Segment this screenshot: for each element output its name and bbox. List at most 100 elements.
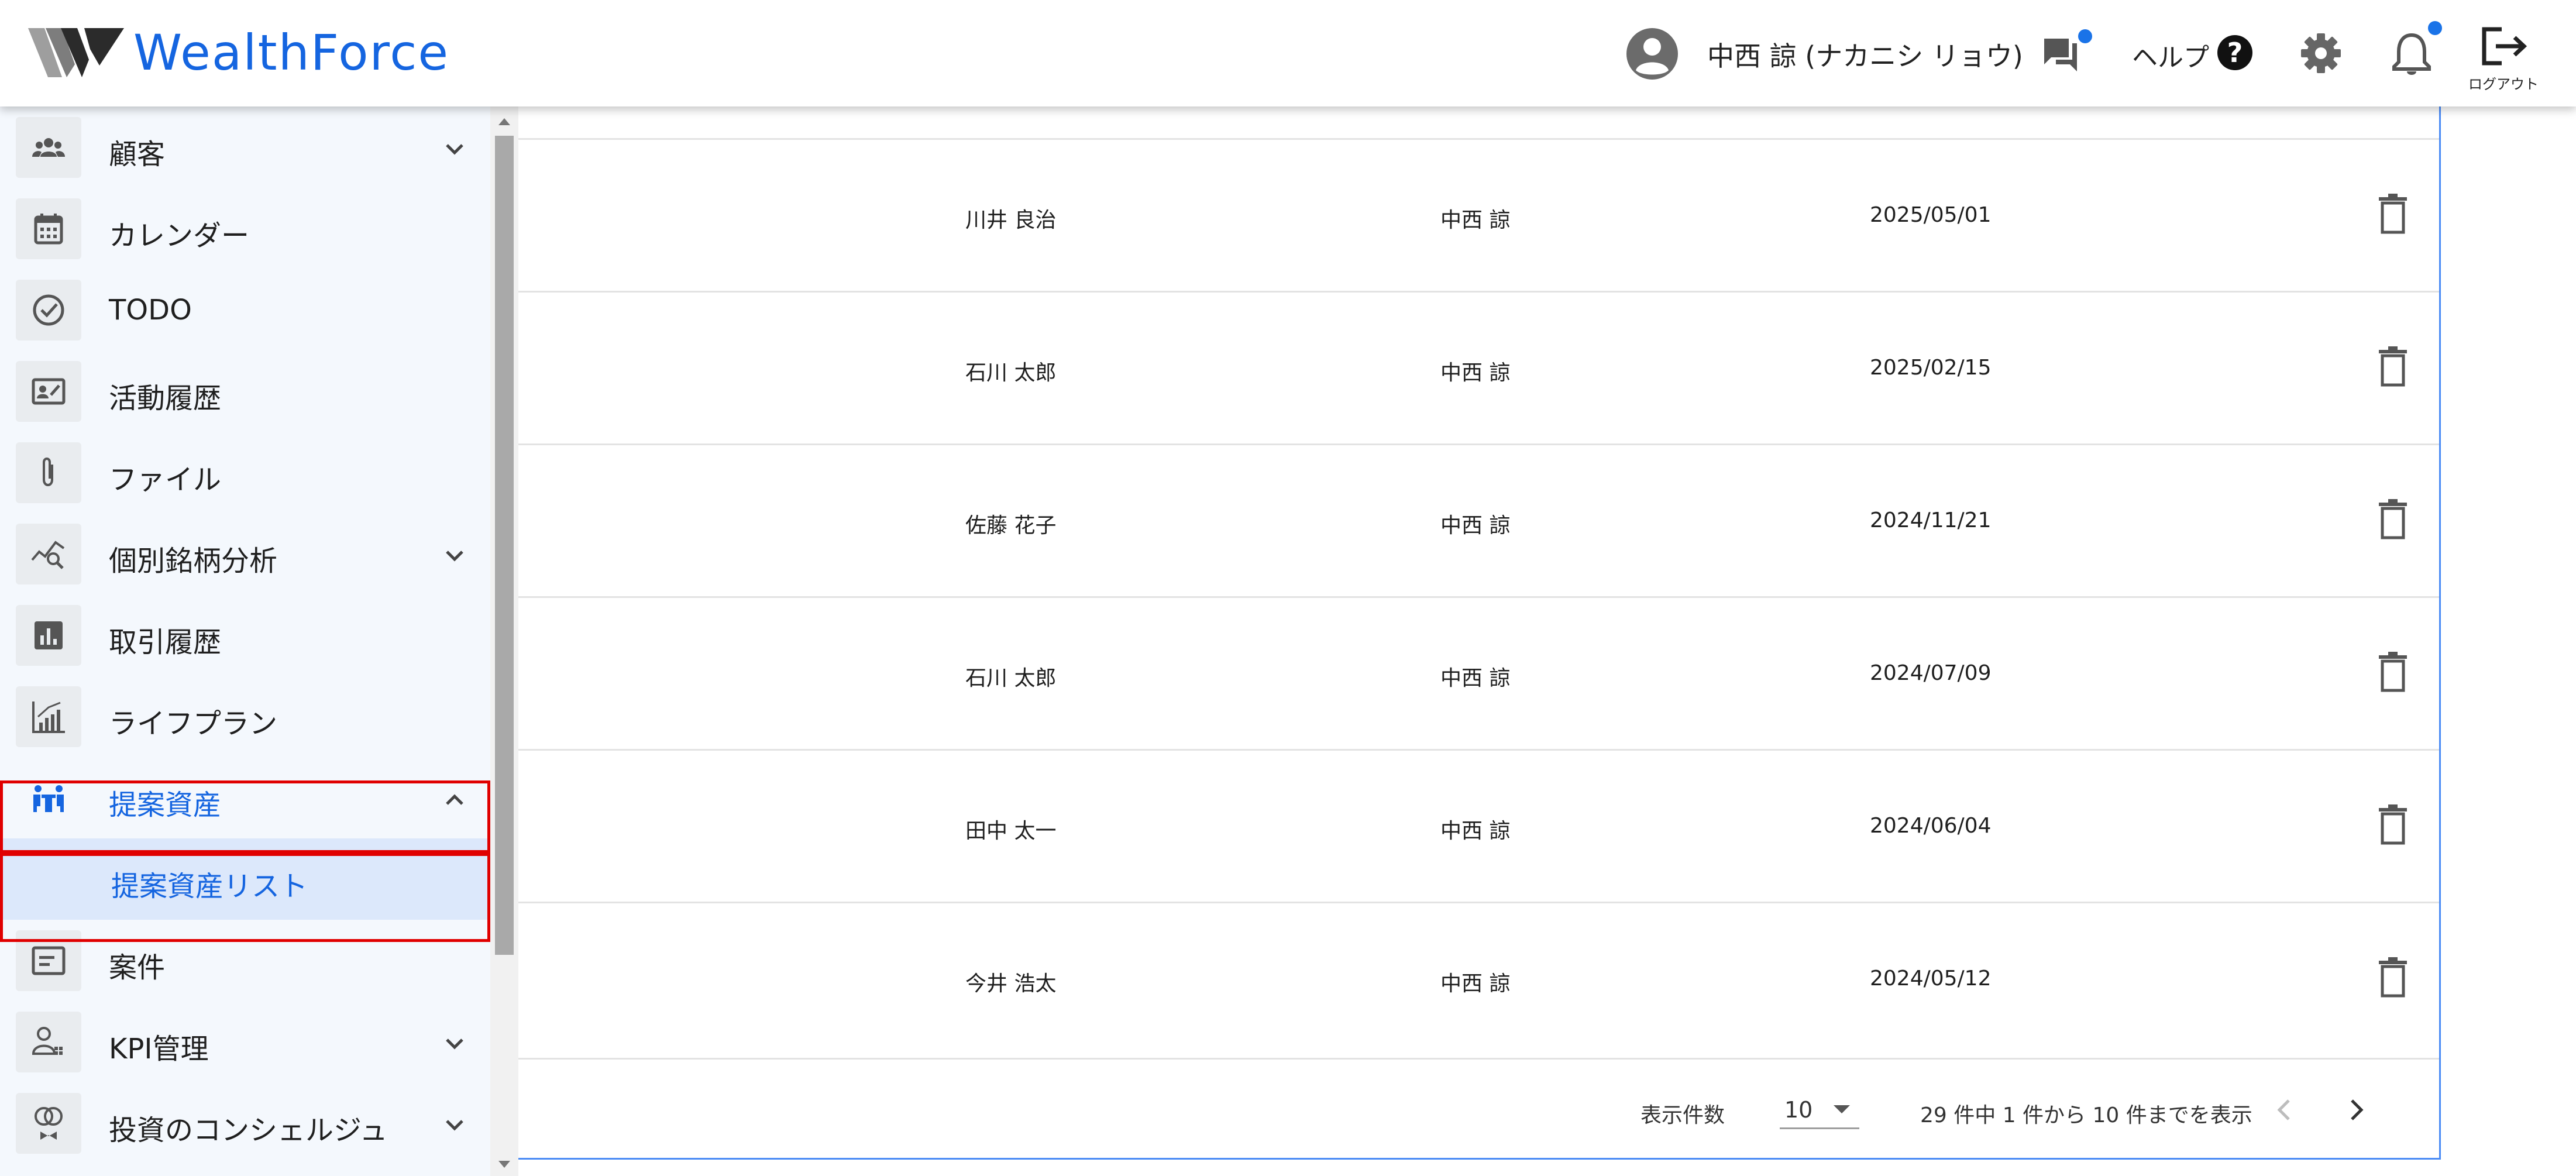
rows-per-page-label: 表示件数 (1640, 1103, 1725, 1127)
sidebar-item-customers[interactable]: 顧客 (0, 106, 490, 188)
sidebar-item-label: KPI管理 (109, 1033, 209, 1065)
sidebar-item-proposed-assets[interactable]: 提案資産 (0, 757, 490, 838)
concierge-icon (35, 1107, 63, 1140)
table-pagination: 表示件数 10 29 件中 1 件から 10 件までを表示 (518, 1058, 2439, 1157)
staff-name: 中西 諒 (1440, 666, 1511, 690)
staff-name: 中西 諒 (1440, 514, 1511, 538)
calendar-icon (34, 214, 63, 245)
customer-name: 佐藤 花子 (965, 514, 1057, 538)
customer-name: 田中 太一 (965, 819, 1057, 843)
sidebar-item-stock-analysis[interactable]: 個別銘柄分析 (0, 513, 490, 594)
bar-chart-icon (35, 621, 63, 649)
trash-icon[interactable] (2376, 499, 2409, 540)
customer-name: 川井 良治 (965, 208, 1057, 232)
previous-page-icon[interactable] (2268, 1092, 2303, 1127)
pagination-range-text: 29 件中 1 件から 10 件までを表示 (1920, 1103, 2252, 1127)
sidebar-item-label: 提案資産リスト (111, 870, 308, 903)
date: 2024/05/12 (1870, 967, 1992, 991)
sidebar-item-trade-history[interactable]: 取引履歴 (0, 594, 490, 676)
sidebar-item-label: TODO (109, 294, 192, 326)
date: 2024/11/21 (1870, 508, 1992, 532)
case-icon (32, 946, 66, 975)
table-row[interactable]: 川井 良治 中西 諒 2025/05/01 (518, 138, 2439, 291)
staff-name: 中西 諒 (1440, 819, 1511, 843)
bell-notification-dot (2428, 21, 2442, 35)
chart-search-icon (31, 541, 65, 569)
check-circle-icon (33, 294, 64, 326)
gear-icon[interactable] (2299, 32, 2343, 75)
kpi-user-icon (32, 1027, 63, 1055)
trash-icon[interactable] (2376, 804, 2409, 845)
sidebar-item-label: ライフプラン (109, 707, 278, 740)
staff-name: 中西 諒 (1440, 208, 1511, 232)
sidebar-item-label: 案件 (109, 951, 166, 984)
staff-name: 中西 諒 (1440, 361, 1511, 385)
logout-label[interactable]: ログアウト (2465, 73, 2541, 93)
date: 2024/07/09 (1870, 661, 1992, 685)
caret-down-icon (1834, 1105, 1850, 1113)
sidebar-item-todo[interactable]: TODO (0, 269, 490, 350)
table-row[interactable]: 石川 太郎 中西 諒 2024/07/09 (518, 596, 2439, 749)
customer-name: 今井 浩太 (965, 972, 1057, 996)
sidebar-scrollbar-thumb[interactable] (495, 136, 514, 955)
sidebar-item-cases[interactable]: 案件 (0, 920, 490, 1001)
bell-icon[interactable] (2388, 29, 2435, 78)
sidebar-item-label: 提案資産 (109, 789, 222, 821)
account-circle-icon[interactable] (1625, 27, 1679, 81)
chevron-down-icon (446, 551, 463, 562)
sidebar-nav: 顧客 カレンダー TODO 活動履歴 ファイル 個別銘柄分析 取引履歴 ライフプ… (0, 106, 490, 1176)
help-label[interactable]: ヘルプ (2132, 36, 2209, 74)
table-row[interactable]: 佐藤 花子 中西 諒 2024/11/21 (518, 443, 2439, 596)
growth-chart-icon (32, 702, 65, 733)
sidebar-item-activity-history[interactable]: 活動履歴 (0, 350, 490, 432)
wealthforce-logo[interactable]: WealthForce (28, 23, 449, 82)
customer-name: 石川 太郎 (965, 666, 1057, 690)
activity-card-icon (32, 378, 66, 405)
chat-notification-dot (2078, 29, 2092, 43)
sidebar-item-label: 顧客 (109, 138, 166, 171)
sidebar-item-concierge[interactable]: 投資のコンシェルジュ (0, 1082, 490, 1164)
sidebar-item-label: 取引履歴 (109, 626, 222, 659)
customer-name: 石川 太郎 (965, 361, 1057, 385)
rows-per-page-select[interactable]: 10 (1780, 1092, 1859, 1129)
sidebar-item-calendar[interactable]: カレンダー (0, 188, 490, 269)
chevron-up-icon (446, 794, 463, 805)
date: 2025/02/15 (1870, 356, 1992, 380)
table-row[interactable]: 石川 太郎 中西 諒 2025/02/15 (518, 291, 2439, 443)
meeting-icon (33, 785, 64, 812)
trash-icon[interactable] (2376, 194, 2409, 235)
sidebar-item-kpi[interactable]: KPI管理 (0, 1001, 490, 1082)
date: 2024/06/04 (1870, 814, 1992, 838)
sidebar-item-files[interactable]: ファイル (0, 432, 490, 513)
rows-per-page-value: 10 (1784, 1097, 1813, 1123)
chevron-down-icon (446, 144, 463, 155)
sidebar-item-label: ファイル (109, 463, 222, 496)
sidebar-item-label: カレンダー (109, 219, 250, 252)
sidebar-item-life-plan[interactable]: ライフプラン (0, 676, 490, 757)
help-icon[interactable]: ? (2217, 35, 2252, 70)
proposed-assets-table: 川井 良治 中西 諒 2025/05/01 石川 太郎 中西 諒 2025/02… (518, 106, 2441, 1160)
scroll-down-arrow-icon[interactable] (497, 1158, 511, 1170)
user-name[interactable]: 中西 諒 (ナカニシ リョウ) (1707, 35, 2023, 74)
table-row[interactable]: 今井 浩太 中西 諒 2024/05/12 (518, 902, 2439, 1054)
trash-icon[interactable] (2376, 346, 2409, 387)
sidebar-item-label: 個別銘柄分析 (109, 545, 278, 577)
paperclip-icon (43, 458, 53, 486)
trash-icon[interactable] (2376, 957, 2409, 998)
table-row[interactable]: 田中 太一 中西 諒 2024/06/04 (518, 749, 2439, 902)
date: 2025/05/01 (1870, 203, 1992, 227)
scroll-up-arrow-icon[interactable] (497, 116, 511, 128)
staff-name: 中西 諒 (1440, 972, 1511, 996)
app-header: WealthForce 中西 諒 (ナカニシ リョウ) ヘルプ ? ログアウト (0, 0, 2576, 106)
sidebar-subitem-proposed-assets-list[interactable]: 提案資産リスト (0, 838, 490, 920)
logout-icon[interactable] (2478, 26, 2530, 67)
trash-icon[interactable] (2376, 652, 2409, 693)
sidebar-item-label: 投資のコンシェルジュ (109, 1114, 388, 1147)
chevron-down-icon (446, 1120, 463, 1131)
chevron-down-icon (446, 1039, 463, 1050)
people-icon (32, 138, 65, 157)
sidebar-item-label: 活動履歴 (109, 382, 222, 415)
logo-mark-icon (28, 28, 124, 77)
next-page-icon[interactable] (2338, 1092, 2373, 1127)
brand-name: WealthForce (133, 24, 450, 81)
